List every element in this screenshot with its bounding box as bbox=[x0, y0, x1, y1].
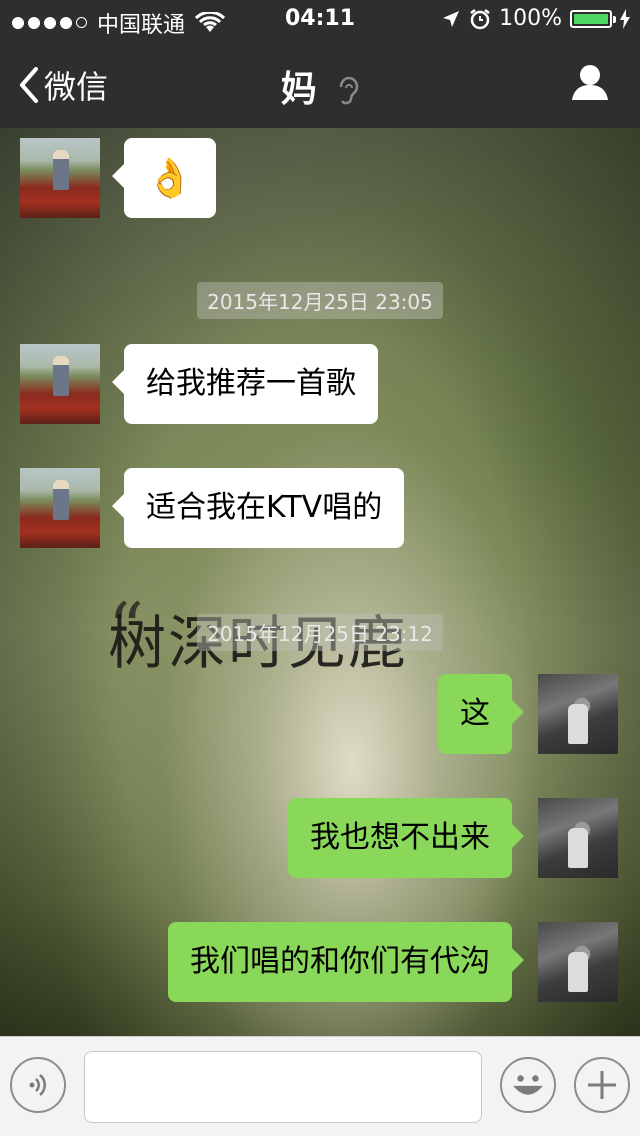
more-options-button[interactable] bbox=[574, 1057, 630, 1113]
message-input[interactable] bbox=[84, 1051, 482, 1123]
voice-input-button[interactable] bbox=[10, 1057, 66, 1113]
contact-avatar[interactable] bbox=[20, 344, 100, 424]
status-bar: 中国联通 04:11 100% bbox=[0, 0, 640, 40]
my-avatar[interactable] bbox=[538, 674, 618, 754]
message-bubble-incoming[interactable]: 👌 bbox=[112, 138, 216, 218]
message-bubble-outgoing[interactable]: 我也想不出来 bbox=[288, 798, 524, 878]
contact-name: 妈 bbox=[280, 69, 317, 110]
emoji-button[interactable] bbox=[500, 1057, 556, 1113]
charging-bolt-icon bbox=[620, 8, 630, 29]
contact-avatar[interactable] bbox=[20, 468, 100, 548]
message-text: 适合我在KTV唱的 bbox=[146, 490, 383, 525]
background-vignette bbox=[0, 128, 640, 1036]
message-text: 我们唱的和你们有代沟 bbox=[190, 944, 490, 979]
contact-profile-button[interactable] bbox=[570, 62, 610, 106]
message-timestamp: 2015年12月25日 23:05 bbox=[0, 282, 640, 319]
message-bubble-incoming[interactable]: 适合我在KTV唱的 bbox=[111, 468, 405, 548]
message-bubble-outgoing[interactable]: 这 bbox=[438, 674, 524, 754]
message-text: 我也想不出来 bbox=[310, 820, 490, 855]
message-bubble-incoming[interactable]: 给我推荐一首歌 bbox=[112, 344, 378, 424]
battery-icon bbox=[570, 9, 616, 28]
message-bubble-outgoing[interactable]: 我们唱的和你们有代沟 bbox=[168, 922, 524, 1002]
message-text: 给我推荐一首歌 bbox=[146, 366, 356, 401]
my-avatar[interactable] bbox=[538, 798, 618, 878]
chat-screen: “ 树深时见鹿 中国联通 04:11 100% 微信 妈 👌 2015年12月2… bbox=[0, 0, 640, 1136]
smiley-face-icon bbox=[513, 1075, 543, 1095]
chat-title: 妈 bbox=[0, 60, 640, 112]
location-arrow-icon bbox=[443, 10, 460, 27]
message-timestamp: 2015年12月25日 23:12 bbox=[0, 614, 640, 651]
ok-hand-emoji: 👌 bbox=[146, 156, 194, 200]
message-text: 这 bbox=[460, 696, 490, 731]
person-icon bbox=[572, 65, 608, 100]
alarm-clock-icon bbox=[470, 8, 490, 29]
voice-waves-icon bbox=[29, 1074, 46, 1096]
navigation-bar: 微信 妈 bbox=[0, 40, 640, 128]
my-avatar[interactable] bbox=[538, 922, 618, 1002]
input-toolbar bbox=[0, 1036, 640, 1136]
plus-icon bbox=[588, 1071, 616, 1099]
earpiece-mode-icon bbox=[340, 76, 359, 105]
battery-percent: 100% bbox=[499, 6, 562, 31]
contact-avatar[interactable] bbox=[20, 138, 100, 218]
